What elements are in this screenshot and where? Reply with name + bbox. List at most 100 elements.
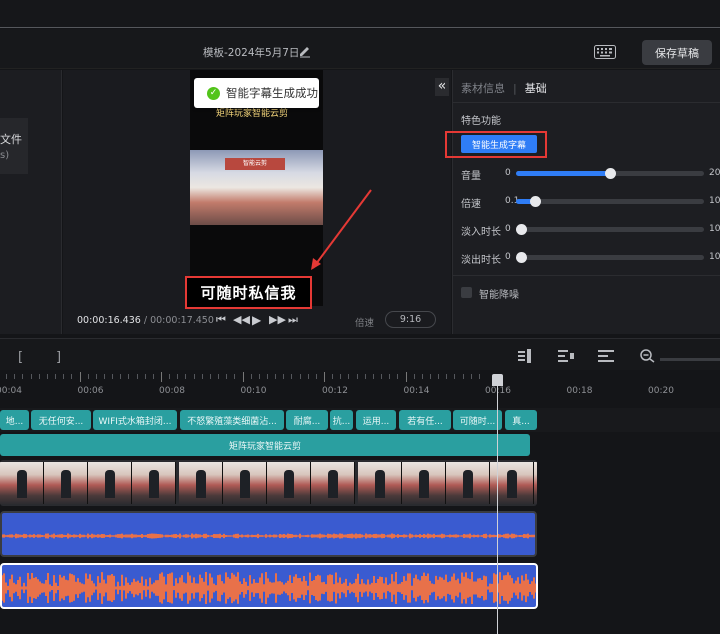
ruler-time-label: 00:06 bbox=[77, 386, 104, 396]
slider-track[interactable] bbox=[516, 196, 704, 207]
ruler-tick bbox=[38, 374, 40, 379]
ruler-tick bbox=[283, 374, 285, 379]
ruler-tick bbox=[405, 372, 407, 382]
slider-min-value: 0 bbox=[505, 224, 511, 234]
slider-knob[interactable] bbox=[529, 196, 541, 207]
subtitle-clip[interactable]: 抗... bbox=[330, 410, 353, 430]
ruler-tick bbox=[144, 374, 146, 379]
slider-knob[interactable] bbox=[516, 252, 527, 263]
subtitle-clip[interactable]: 可随时... bbox=[453, 410, 502, 430]
video-thumbnail-frame bbox=[358, 462, 402, 504]
ruler-tick bbox=[152, 374, 154, 379]
ruler-tick bbox=[161, 372, 162, 382]
subtitle-clip[interactable]: 若有任... bbox=[399, 410, 451, 430]
slider-knob[interactable] bbox=[516, 224, 527, 235]
align-left-icon[interactable] bbox=[558, 349, 574, 363]
ruler-tick bbox=[112, 374, 114, 379]
split-track-icon[interactable] bbox=[518, 349, 534, 363]
pencil-edit-icon[interactable] bbox=[298, 44, 312, 58]
slider-max-value: 10 bbox=[709, 252, 720, 262]
slider-track[interactable] bbox=[516, 168, 704, 179]
slider-track[interactable] bbox=[516, 224, 704, 235]
playhead[interactable] bbox=[497, 376, 498, 634]
denoise-checkbox[interactable] bbox=[461, 287, 472, 298]
check-circle-icon: ✓ bbox=[207, 86, 220, 100]
save-draft-button[interactable]: 保存草稿 bbox=[642, 40, 712, 65]
ruler-tick bbox=[185, 374, 187, 379]
timeline-tracks: 地... 无任何安... WIFI式水箱封闭... 不怒繁殖藻类细菌沾... 耐腐...… bbox=[0, 400, 720, 634]
slider-max-value: 200 bbox=[709, 168, 720, 178]
slider-knob[interactable] bbox=[605, 168, 616, 179]
slider-label: 淡出时长 bbox=[461, 255, 501, 266]
slider-min-value: 0 bbox=[505, 168, 511, 178]
ruler-tick bbox=[291, 374, 293, 379]
ruler-time-label: 00:20 bbox=[648, 386, 674, 396]
ruler-tick bbox=[128, 374, 130, 379]
ruler-tick bbox=[242, 372, 244, 382]
slider-max-value: 10 bbox=[709, 196, 720, 206]
keyboard-icon[interactable] bbox=[594, 45, 616, 59]
mark-in-button[interactable]: [ bbox=[18, 350, 23, 365]
fast-forward-icon[interactable]: ▶▶ bbox=[269, 313, 286, 326]
subtitle-clip[interactable]: 无任何安... bbox=[31, 410, 91, 430]
ruler-tick bbox=[299, 374, 301, 379]
video-thumbnail-frame bbox=[446, 462, 490, 504]
zoom-out-icon[interactable] bbox=[640, 349, 656, 363]
audio-track-primary[interactable] bbox=[0, 511, 537, 557]
mark-out-button[interactable]: ] bbox=[56, 350, 61, 365]
ruler-tick bbox=[364, 374, 366, 379]
generated-subtitle[interactable]: 可随时私信我 bbox=[185, 276, 312, 309]
slider-track[interactable] bbox=[516, 252, 704, 263]
playhead-handle[interactable] bbox=[492, 374, 503, 386]
total-time: 00:00:17.450 bbox=[150, 315, 214, 326]
ruler-tick bbox=[389, 374, 391, 379]
subtitle-clip[interactable]: 不怒繁殖藻类细菌沾... bbox=[180, 410, 284, 430]
skip-to-start-icon[interactable]: ⏮ bbox=[216, 313, 226, 327]
slider-label: 淡入时长 bbox=[461, 227, 501, 238]
ruler-tick bbox=[103, 374, 105, 379]
ruler-tick bbox=[120, 374, 122, 379]
success-toast: ✓ 智能字幕生成成功 bbox=[194, 78, 319, 108]
annotation-arrow-icon bbox=[311, 189, 372, 270]
ruler-tick bbox=[438, 374, 440, 379]
tab-basic[interactable]: 基础 bbox=[525, 82, 547, 95]
rewind-icon[interactable]: ◀◀ bbox=[233, 313, 250, 326]
subtitle-clip[interactable]: 耐腐... bbox=[286, 410, 328, 430]
tab-material-info[interactable]: 素材信息 bbox=[461, 82, 505, 95]
ruler-tick bbox=[71, 374, 73, 379]
skip-to-end-icon[interactable]: ⏭ bbox=[288, 313, 298, 327]
subtitle-clip[interactable]: 真... bbox=[505, 410, 537, 430]
ruler-tick bbox=[315, 374, 317, 379]
collapse-panel-button[interactable]: « bbox=[435, 78, 449, 96]
ruler-tick bbox=[429, 374, 431, 379]
speed-label[interactable]: 倍速 bbox=[355, 315, 374, 329]
ruler-tick bbox=[30, 374, 32, 379]
ruler-tick bbox=[209, 374, 211, 379]
play-icon[interactable]: ▶ bbox=[252, 313, 261, 327]
video-thumbnail-frame bbox=[223, 462, 267, 504]
aspect-ratio-button[interactable]: 9:16 bbox=[385, 311, 436, 328]
align-center-icon[interactable] bbox=[598, 349, 614, 363]
title-clip[interactable]: 矩阵玩家智能云剪 bbox=[0, 434, 530, 456]
subtitle-clip[interactable]: 地... bbox=[0, 410, 29, 430]
file-card[interactable]: 文件 s) bbox=[0, 118, 28, 174]
ruler-tick bbox=[266, 374, 268, 379]
subtitle-clip[interactable]: WIFI式水箱封闭... bbox=[93, 410, 177, 430]
time-ruler[interactable]: 00:0400:0600:0800:1000:1200:1400:1600:18… bbox=[0, 370, 720, 400]
video-thumbnail-frame bbox=[402, 462, 446, 504]
audio-track-selected[interactable] bbox=[0, 563, 538, 609]
subtitle-clip[interactable]: 运用... bbox=[356, 410, 396, 430]
zoom-slider[interactable] bbox=[660, 358, 720, 361]
generate-subtitles-button[interactable]: 智能生成字幕 bbox=[461, 135, 537, 153]
feature-section-title: 特色功能 bbox=[461, 116, 501, 127]
current-time: 00:00:16.436 bbox=[77, 315, 141, 326]
video-track[interactable] bbox=[0, 460, 537, 506]
ruler-time-label: 00:12 bbox=[322, 386, 348, 396]
divider bbox=[453, 102, 720, 103]
file-card-sub: s) bbox=[0, 150, 10, 161]
ruler-time-label: 00:18 bbox=[566, 386, 593, 396]
ruler-tick bbox=[250, 374, 252, 379]
properties-panel: 素材信息|基础 特色功能 智能生成字幕 音量0200倍速0.110淡入时长010… bbox=[445, 70, 720, 334]
ruler-tick bbox=[356, 374, 358, 379]
preview-player: ✓ 智能字幕生成成功 矩阵玩家智能云剪 智能云剪 可随时私信我 « 00:00:… bbox=[63, 70, 451, 334]
